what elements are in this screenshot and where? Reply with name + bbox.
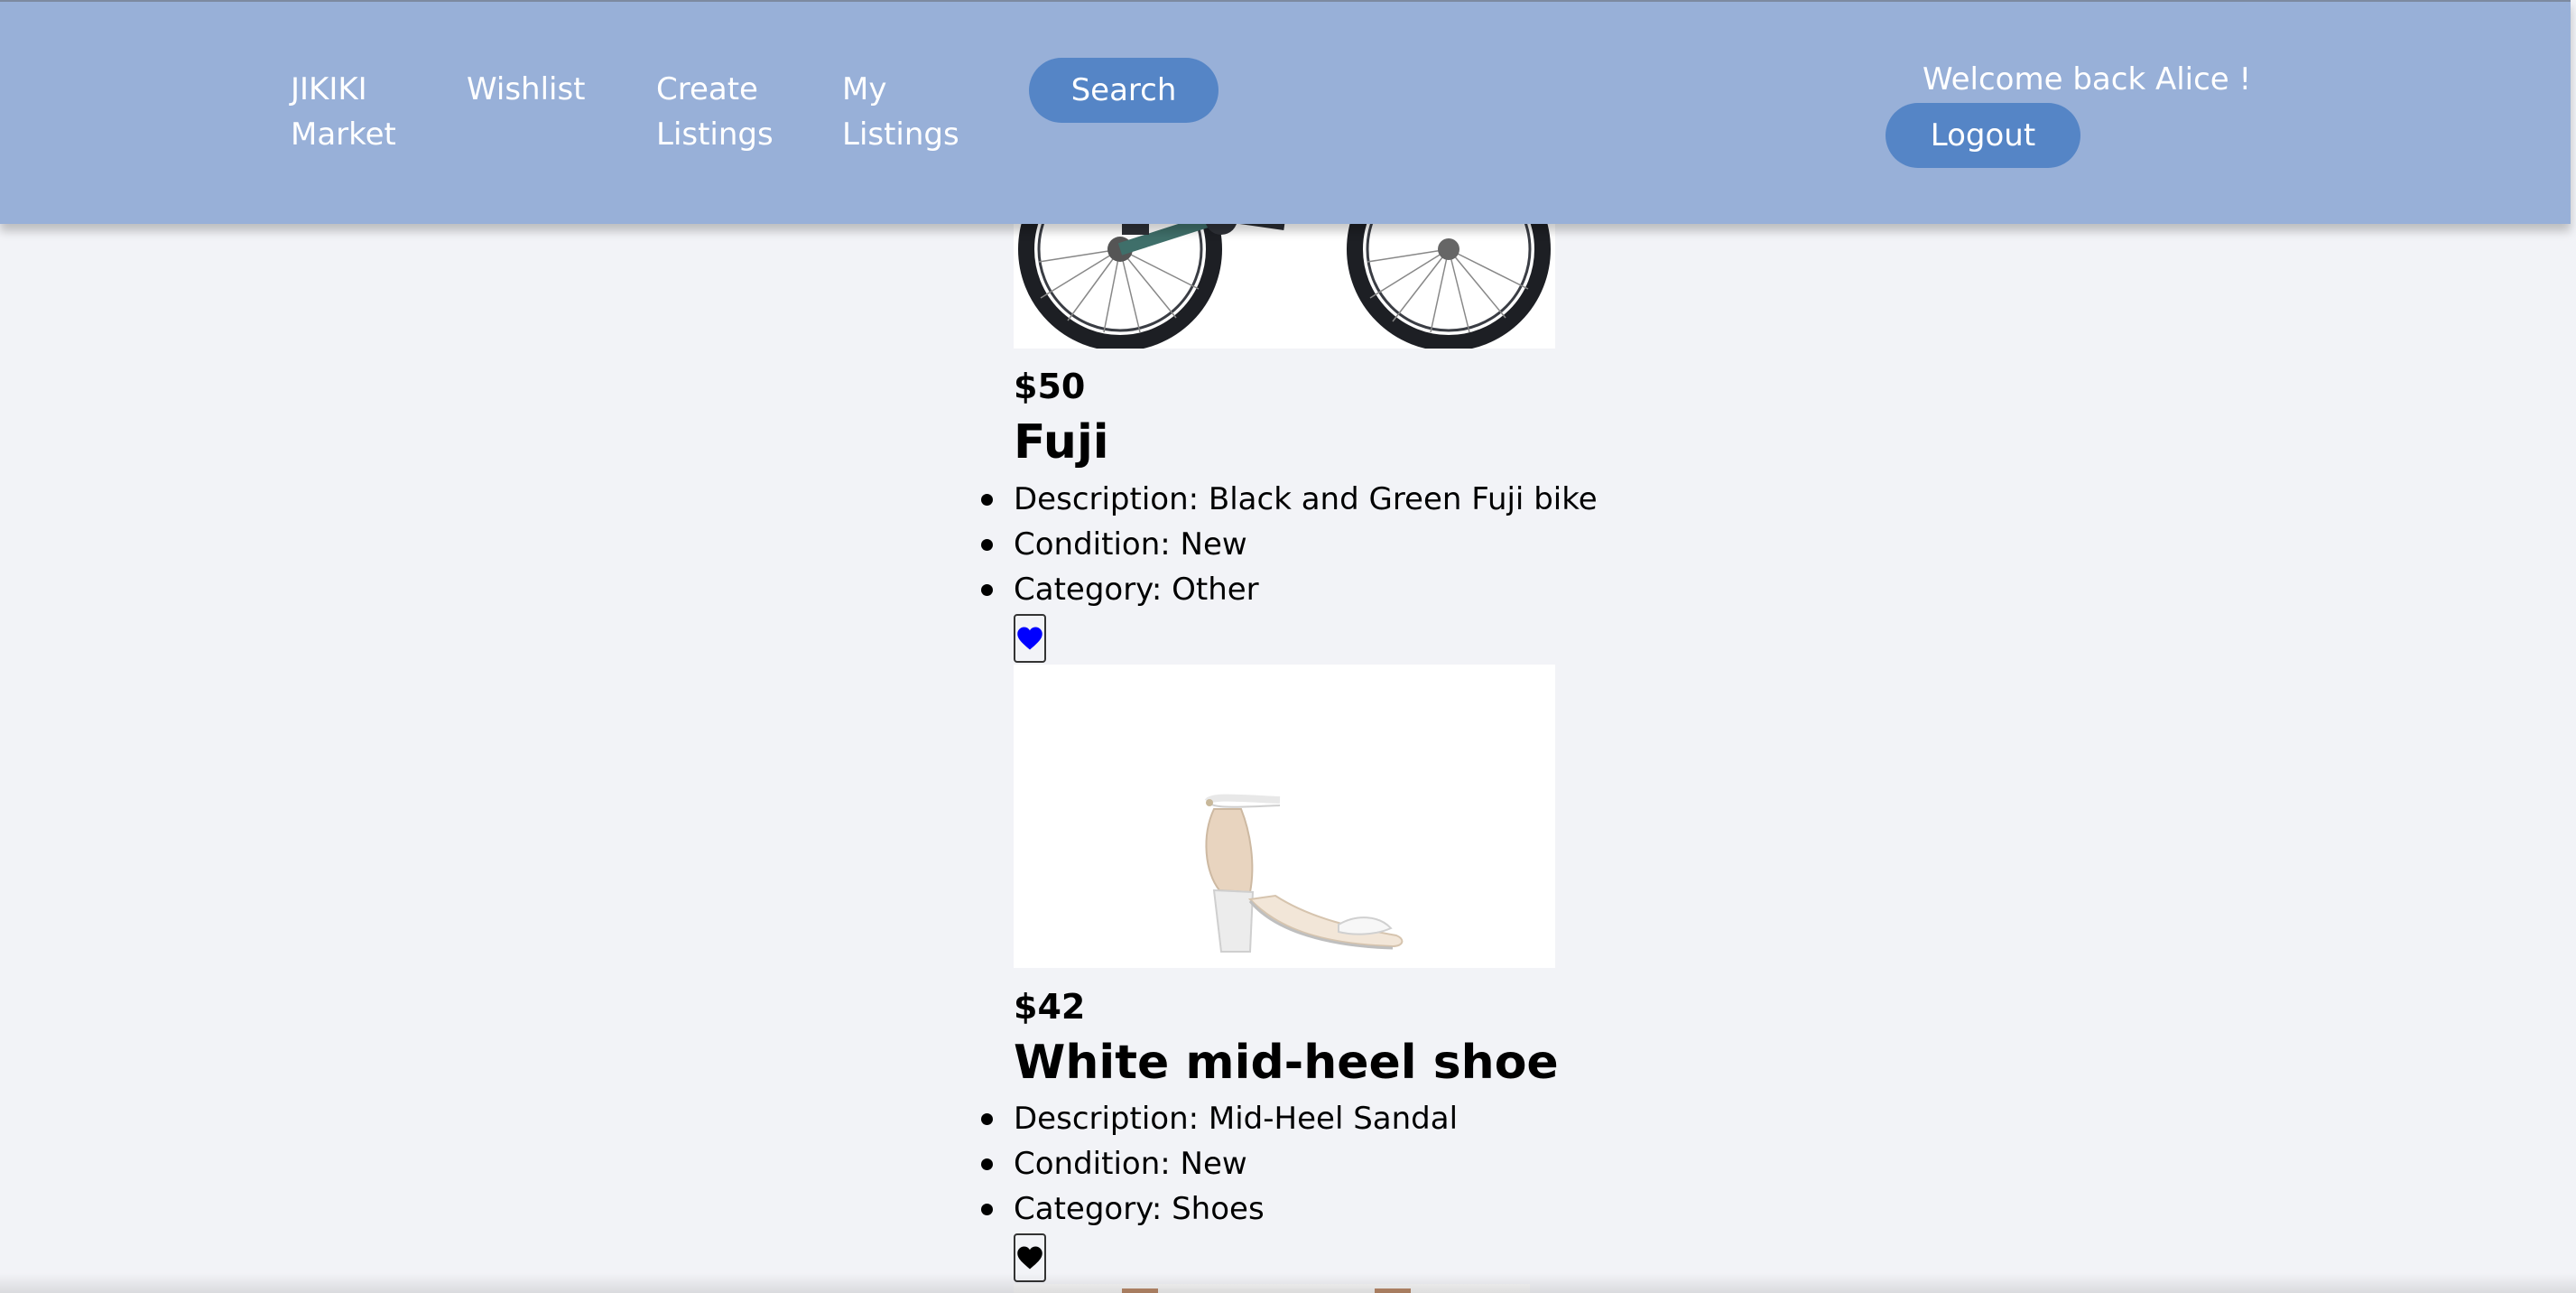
bottom-shadow [0,1273,2576,1293]
listing-category: Category: Other [981,567,1598,612]
heart-icon [1017,627,1042,650]
sandal-image [1014,665,1555,968]
listing-price: $50 [1014,367,1086,406]
nav-wishlist-link[interactable]: Wishlist [467,67,586,112]
listing-category: Category: Shoes [980,1186,1458,1232]
listing-title[interactable]: Fuji [1014,414,1109,470]
nav-brand-link[interactable]: JIKIKI Market [291,67,417,157]
nav-my-listings-link[interactable]: My Listings [842,67,987,157]
listing-description: Description: Black and Green Fuji bike [981,477,1598,522]
listing-description: Description: Mid-Heel Sandal [980,1096,1458,1141]
listing-details: Description: Black and Green Fuji bike C… [981,477,1598,612]
listing-condition: Condition: New [980,1141,1458,1186]
listing-condition: Condition: New [981,522,1598,567]
wishlist-toggle-button[interactable] [1014,614,1046,663]
listing-image[interactable] [1014,665,1555,968]
heart-icon [1017,1246,1042,1270]
page: $50 Fuji Description: Black and Green Fu… [0,0,2576,1293]
nav-create-listings-link[interactable]: Create Listings [656,67,801,157]
listing-title[interactable]: White mid-heel shoe [1014,1035,1559,1091]
navbar: JIKIKI Market Wishlist Create Listings M… [0,0,2571,224]
welcome-message: Welcome back Alice ! [1923,61,2252,98]
listing-price: $42 [1014,987,1086,1027]
logout-button[interactable]: Logout [1886,103,2080,168]
search-button[interactable]: Search [1029,58,1219,123]
listing-details: Description: Mid-Heel Sandal Condition: … [980,1096,1458,1232]
